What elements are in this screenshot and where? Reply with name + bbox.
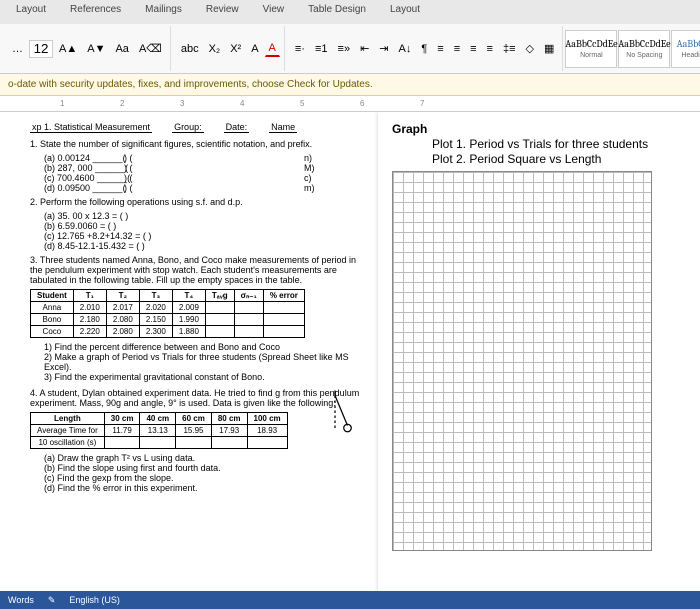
update-notification-bar[interactable]: o-date with security updates, fixes, and… [0,74,700,96]
question-1: 1. State the number of significant figur… [30,139,360,149]
measurement-table: StudentT₁T₂T₃T₄Tₐᵥgσₙ₋₁% error Anna2.010… [30,289,305,338]
line-spacing-icon[interactable]: ‡≡ [499,41,520,57]
superscript-button[interactable]: X² [226,41,245,57]
ruler-mark: 5 [300,99,360,108]
group-label: Group: [172,122,204,133]
font-size-input[interactable] [29,40,53,58]
name-label: Name [269,122,297,133]
page-right[interactable]: Graph Plot 1. Period vs Trials for three… [378,112,700,591]
dylan-table: Length30 cm40 cm60 cm80 cm100 cm Average… [30,412,288,449]
tab-mailings[interactable]: Mailings [133,0,194,24]
font-group: … A▲ A▼ Aa A⌫ [4,26,171,71]
multilevel-icon[interactable]: ≡» [334,41,355,57]
align-left-icon[interactable]: ≡ [433,41,447,57]
ruler-mark: 2 [120,99,180,108]
style-no-spacing[interactable]: AaBbCcDdEeNo Spacing [618,30,670,68]
question-3: 3. Three students named Anna, Bono, and … [30,255,360,285]
tab-review[interactable]: Review [194,0,251,24]
spellcheck-icon[interactable]: ✎ [48,595,56,606]
graph-paper-grid [392,171,652,551]
q3-sub-items: 1) Find the percent difference between a… [44,342,360,382]
table-row: Bono2.1802.0802.1501.990 [31,314,305,326]
ruler-mark: 7 [420,99,480,108]
style-normal[interactable]: AaBbCcDdEeNormal [565,30,617,68]
ribbon-toolbar: … A▲ A▼ Aa A⌫ abc X₂ X² A A ≡· ≡1 ≡» ⇤ ⇥… [0,24,700,74]
ruler-mark: 1 [60,99,120,108]
q1-items: (a) 0.00124 ______() (n) (b) 287, 000 __… [44,153,360,193]
clear-format-button[interactable]: A⌫ [135,40,166,57]
font-color-button[interactable]: A [265,40,280,57]
question-2: 2. Perform the following operations usin… [30,197,360,207]
bullets-icon[interactable]: ≡· [291,41,309,57]
exp-label: xp 1. Statistical Measurement [30,122,152,133]
q4-sub-items: (a) Draw the graph T² vs L using data. (… [44,453,360,493]
decrease-indent-icon[interactable]: ⇤ [356,40,373,57]
ruler-mark: 4 [240,99,300,108]
tab-table-design[interactable]: Table Design [296,0,378,24]
text-effects-button[interactable]: A [247,41,262,57]
borders-icon[interactable]: ▦ [540,40,558,57]
style-heading-1[interactable]: AaBbCcDcHeading 1 [671,30,700,68]
document-area[interactable]: xp 1. Statistical Measurement Group: Dat… [0,112,700,591]
status-bar: Words ✎ English (US) [0,591,700,609]
increase-indent-icon[interactable]: ⇥ [375,40,392,57]
justify-icon[interactable]: ≡ [483,41,497,57]
styles-gallery: AaBbCcDdEeNormal AaBbCcDdEeNo Spacing Aa… [565,30,700,68]
font-group-2: abc X₂ X² A A [173,26,285,71]
numbering-icon[interactable]: ≡1 [311,41,332,57]
change-case-button[interactable]: Aa [111,41,132,57]
ruler-mark: 3 [180,99,240,108]
date-label: Date: [224,122,250,133]
ruler-mark: 6 [360,99,420,108]
replace-button[interactable]: abc [177,41,203,57]
graph-heading: Graph Plot 1. Period vs Trials for three… [392,122,686,167]
sort-icon[interactable]: A↓ [395,41,416,57]
shading-icon[interactable]: ◇ [522,40,538,57]
table-row: Anna2.0102.0172.0202.009 [31,302,305,314]
paragraph-group: ≡· ≡1 ≡» ⇤ ⇥ A↓ ¶ ≡ ≡ ≡ ≡ ‡≡ ◇ ▦ [287,26,564,71]
tab-references[interactable]: References [58,0,133,24]
font-dropdown-icon[interactable]: … [8,41,27,57]
status-words[interactable]: Words [8,595,34,605]
question-4: 4. A student, Dylan obtained experiment … [30,388,360,408]
align-center-icon[interactable]: ≡ [450,41,464,57]
shrink-font-button[interactable]: A▼ [83,41,109,57]
q2-items: (a) 35. 00 x 12.3 = ( ) (b) 6.59.0060 = … [44,211,360,251]
status-language[interactable]: English (US) [69,595,120,605]
align-right-icon[interactable]: ≡ [466,41,480,57]
ribbon-tabs: Layout References Mailings Review View T… [0,0,700,24]
tab-view[interactable]: View [251,0,297,24]
subscript-button[interactable]: X₂ [205,41,225,57]
tab-table-layout[interactable]: Layout [378,0,432,24]
horizontal-ruler[interactable]: 1 2 3 4 5 6 7 [0,96,700,112]
table-row: Coco2.2202.0802.3001.880 [31,326,305,338]
doc-header: xp 1. Statistical Measurement Group: Dat… [30,122,360,133]
tab-layout[interactable]: Layout [4,0,58,24]
grow-font-button[interactable]: A▲ [55,41,81,57]
show-marks-icon[interactable]: ¶ [417,41,431,57]
page-left[interactable]: xp 1. Statistical Measurement Group: Dat… [0,112,378,591]
